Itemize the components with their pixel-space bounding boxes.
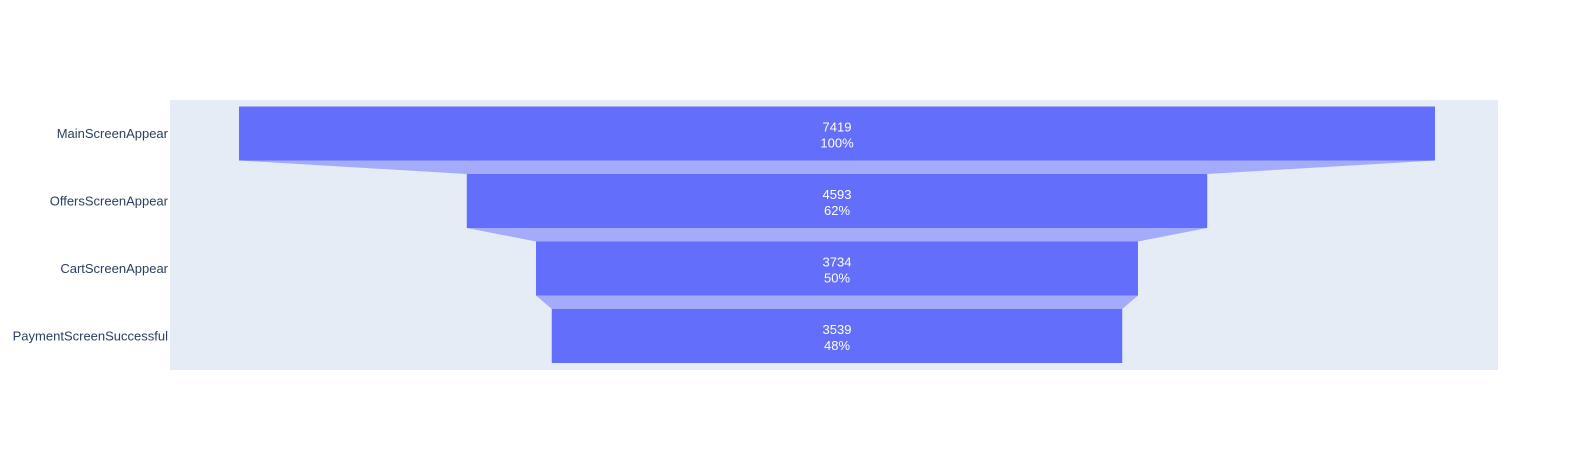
funnel-connector <box>536 295 1138 309</box>
funnel-percent-label: 48% <box>824 338 850 353</box>
funnel-chart: 7419 100% 4593 62% 3734 50% 3539 48% MainScreen… <box>0 0 1578 450</box>
category-label: CartScreenAppear <box>60 261 168 276</box>
funnel-chart-svg: 7419100% 459362% 373450% 353948% MainScreen… <box>13 100 1498 370</box>
funnel-percent-label: 100% <box>820 136 854 151</box>
category-label: OffersScreenAppear <box>50 194 169 209</box>
funnel-value-label: 4593 <box>823 187 852 202</box>
funnel-value-label: 3734 <box>823 255 852 270</box>
category-label: MainScreenAppear <box>57 126 169 141</box>
funnel-percent-label: 62% <box>824 203 850 218</box>
category-label: PaymentScreenSuccessful <box>13 329 168 344</box>
funnel-value-label: 3539 <box>823 322 852 337</box>
funnel-percent-label: 50% <box>824 271 850 286</box>
funnel-connector <box>466 228 1208 242</box>
funnel-value-label: 7419 <box>823 120 852 135</box>
category-axis-labels: MainScreenAppear OffersScreenAppear CartSc… <box>13 126 169 344</box>
